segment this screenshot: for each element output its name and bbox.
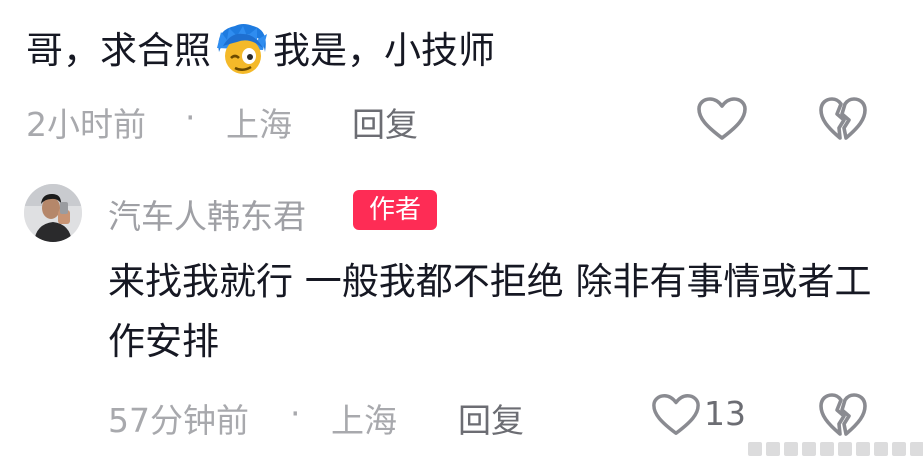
comment-time: 2小时前	[26, 105, 146, 144]
dislike-broken-heart-icon[interactable]	[818, 96, 868, 142]
reply-button[interactable]: 回复	[458, 394, 524, 442]
author-badge: 作者	[353, 190, 437, 230]
comment-location: 上海	[226, 105, 292, 144]
blue-haired-face-emoji-icon	[213, 22, 271, 80]
like-count: 13	[704, 394, 746, 433]
reply-button[interactable]: 回复	[352, 98, 418, 146]
comment-location: 上海	[331, 401, 397, 440]
meta-separator: ·	[290, 394, 301, 433]
comment-time: 57分钟前	[108, 401, 249, 440]
avatar[interactable]	[24, 184, 82, 242]
like-heart-icon[interactable]	[651, 392, 701, 438]
comment-text-part: 我是，小技师	[273, 29, 495, 72]
comment-text-part: 哥，求合照	[26, 29, 211, 72]
comment-text: 来找我就行 一般我都不拒绝 除非有事情或者工作安排	[108, 260, 872, 363]
author-name[interactable]: 汽车人韩东君	[108, 190, 306, 238]
dislike-broken-heart-icon[interactable]	[818, 392, 868, 438]
meta-separator: ·	[185, 98, 196, 137]
comment-text: 哥，求合照 我是，小技师	[26, 22, 495, 80]
like-heart-icon[interactable]	[696, 96, 748, 142]
watermark-dots	[748, 442, 923, 456]
